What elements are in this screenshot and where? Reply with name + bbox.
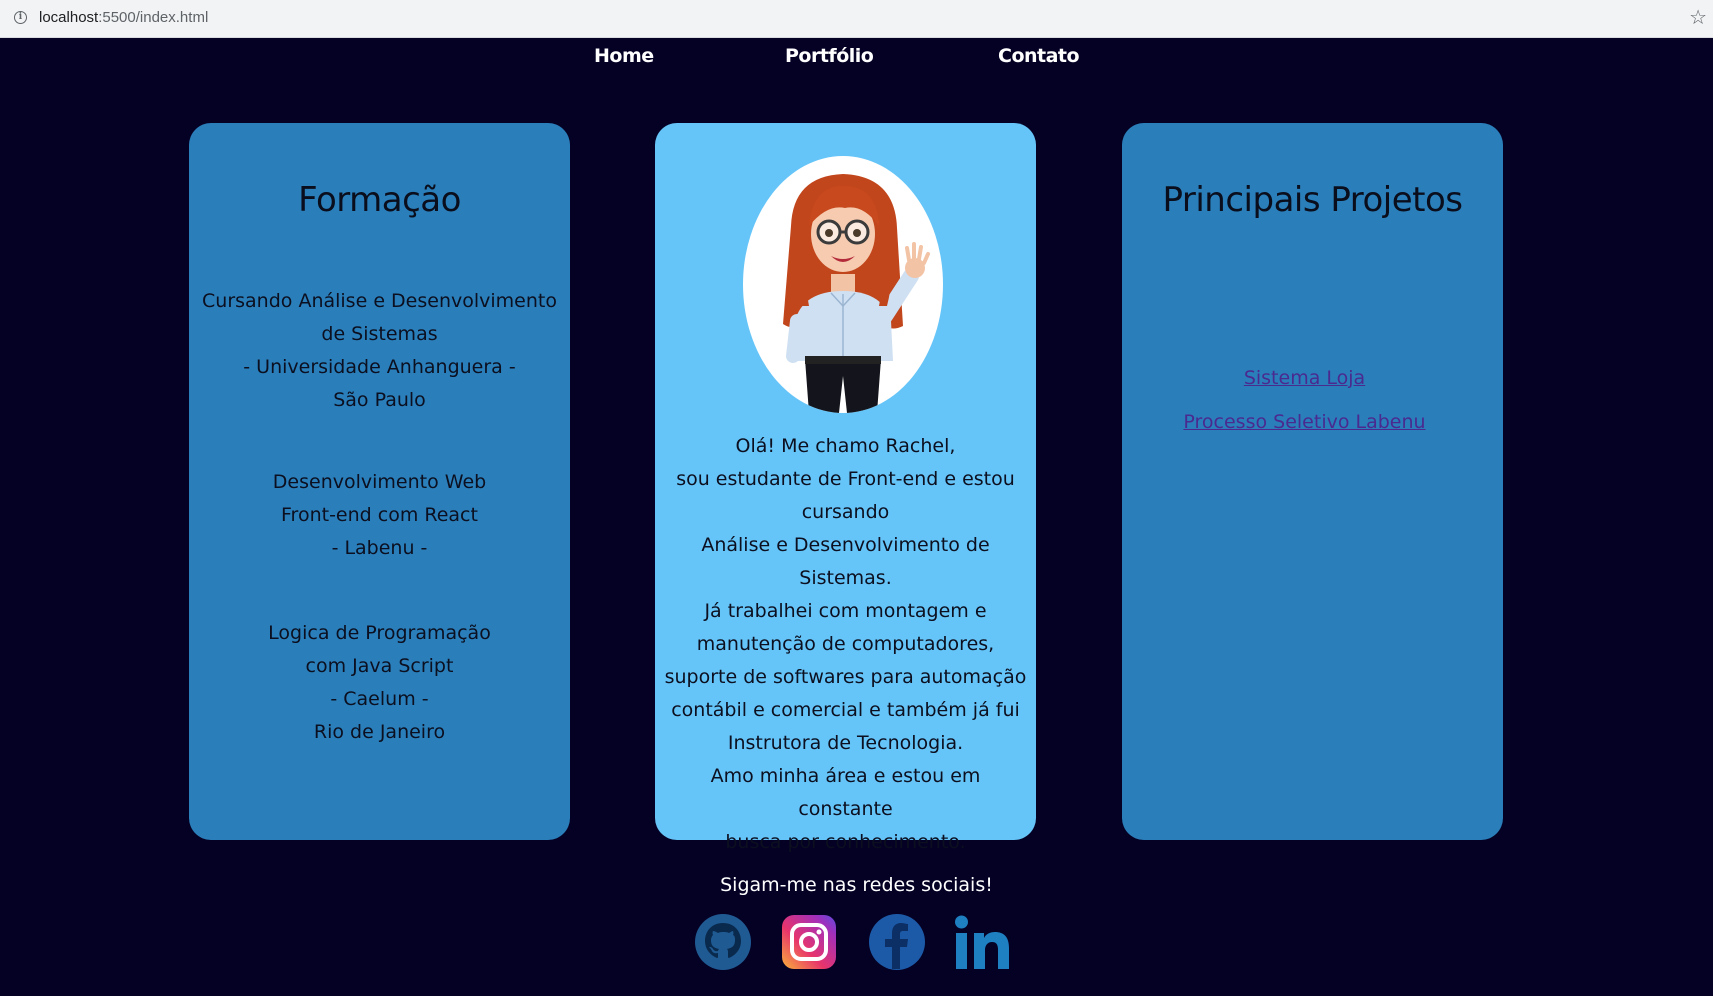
about-line: cursando: [801, 501, 890, 523]
education-item-line: - Universidade Anhanguera -: [243, 356, 516, 378]
social-icons: [694, 913, 1014, 973]
about-line: manutenção de computadores,: [696, 633, 995, 655]
education-card: Formação Cursando Análise e Desenvolvime…: [189, 123, 570, 840]
about-text: Olá! Me chamo Rachel, sou estudante de F…: [663, 430, 1028, 859]
info-icon[interactable]: i: [14, 11, 27, 24]
education-item-line: Cursando Análise e Desenvolvimento: [202, 290, 557, 312]
nav-portfolio-link[interactable]: Portfólio: [785, 45, 874, 67]
about-line: Instrutora de Tecnologia.: [727, 732, 964, 754]
facebook-icon[interactable]: [868, 913, 926, 971]
about-card: Olá! Me chamo Rachel, sou estudante de F…: [655, 123, 1036, 853]
projects-title: Principais Projetos: [1162, 180, 1463, 220]
social-title: Sigam-me nas redes sociais!: [720, 874, 993, 896]
projects-card: Principais Projetos Sistema Loja Process…: [1122, 123, 1503, 840]
page: Home Portfólio Contato Formação Cursando…: [0, 38, 1713, 996]
about-line: Amo minha área e estou em constante: [710, 765, 981, 820]
browser-address-bar: i localhost:5500/index.html ☆: [0, 0, 1713, 38]
nav-home-link[interactable]: Home: [594, 45, 654, 67]
profile-avatar: [743, 156, 943, 413]
about-line: Sistemas.: [799, 567, 892, 589]
education-item-line: - Caelum -: [330, 688, 429, 710]
about-line: sou estudante de Front-end e estou: [676, 468, 1015, 490]
education-item-line: Front-end com React: [281, 504, 478, 526]
url-field[interactable]: localhost:5500/index.html: [39, 9, 208, 26]
about-line: busca por conhecimento.: [725, 831, 966, 853]
instagram-icon[interactable]: [780, 913, 838, 971]
education-item-2: Desenvolvimento Web Front-end com React …: [189, 466, 570, 565]
education-item-line: Desenvolvimento Web: [272, 471, 487, 493]
education-item-line: de Sistemas: [321, 323, 438, 345]
about-line: Olá! Me chamo Rachel,: [735, 435, 956, 457]
education-item-line: - Labenu -: [331, 537, 428, 559]
github-icon[interactable]: [694, 913, 752, 971]
nav-contact-link[interactable]: Contato: [998, 45, 1080, 67]
bookmark-star-icon[interactable]: ☆: [1689, 5, 1707, 29]
url-path: :5500/index.html: [98, 9, 209, 26]
about-line: contábil e comercial e também já fui: [671, 699, 1020, 721]
education-item-line: Rio de Janeiro: [313, 721, 446, 743]
education-item-line: com Java Script: [305, 655, 454, 677]
about-line: Já trabalhei com montagem e: [704, 600, 987, 622]
avatar-illustration: [783, 174, 930, 413]
project-link-processo-seletivo[interactable]: Processo Seletivo Labenu: [1106, 400, 1503, 444]
education-item-line: São Paulo: [333, 389, 426, 411]
about-line: Análise e Desenvolvimento de: [701, 534, 990, 556]
education-item-line: Logica de Programação: [268, 622, 491, 644]
about-line: suporte de softwares para automação: [664, 666, 1027, 688]
education-item-3: Logica de Programação com Java Script - …: [189, 617, 570, 749]
education-title: Formação: [298, 180, 461, 220]
url-host: localhost: [39, 9, 99, 26]
projects-list: Sistema Loja Processo Seletivo Labenu: [1122, 356, 1503, 444]
linkedin-icon[interactable]: [954, 913, 1012, 971]
education-item-1: Cursando Análise e Desenvolvimento de Si…: [189, 285, 570, 417]
project-link-sistema-loja[interactable]: Sistema Loja: [1106, 356, 1503, 400]
